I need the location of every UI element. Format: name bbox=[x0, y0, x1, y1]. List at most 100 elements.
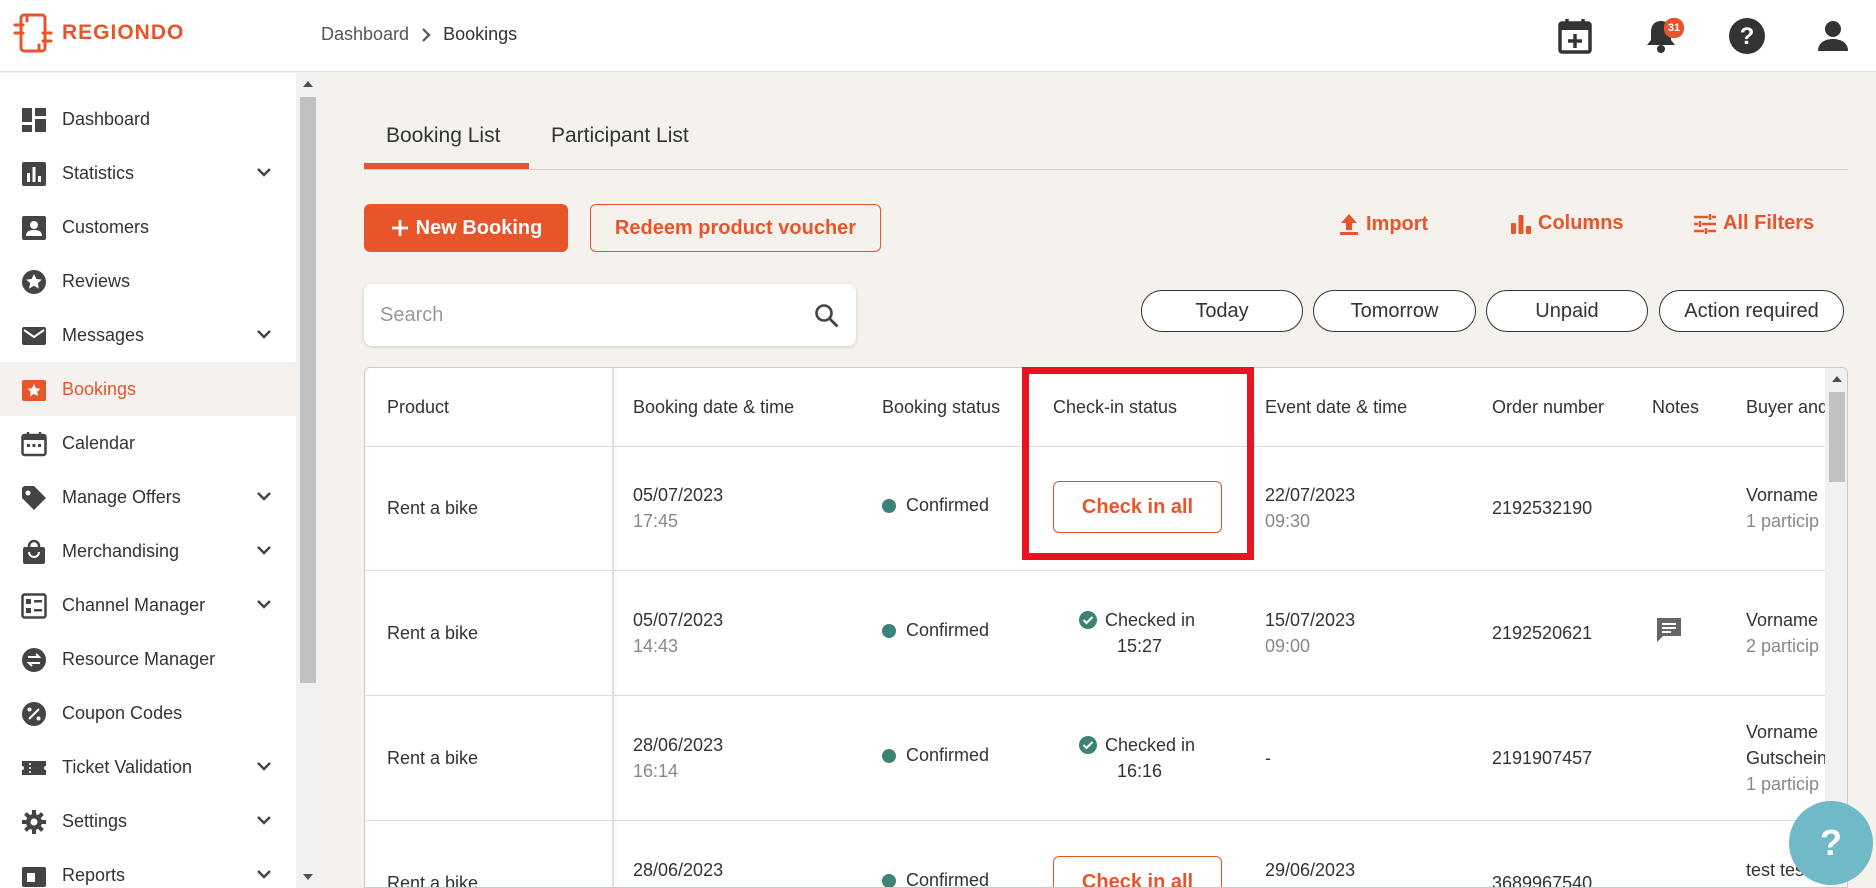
search-input[interactable] bbox=[380, 284, 800, 346]
participant-count: 1 particip bbox=[1746, 774, 1820, 794]
filter-chip-action-required[interactable]: Action required bbox=[1659, 290, 1844, 332]
sidebar-item-settings[interactable]: Settings bbox=[0, 794, 296, 848]
column-header-buyer[interactable]: Buyer and bbox=[1746, 368, 1825, 446]
column-header-booking-status[interactable]: Booking status bbox=[882, 368, 1000, 446]
booking-time: 16:14 bbox=[633, 761, 679, 781]
columns-label: Columns bbox=[1538, 212, 1624, 234]
columns-button[interactable]: Columns bbox=[1510, 212, 1624, 235]
sidebar-item-bookings[interactable]: Bookings bbox=[0, 362, 296, 416]
confirmed-status-dot bbox=[882, 748, 896, 763]
column-header-event-date[interactable]: Event date & time bbox=[1265, 368, 1407, 446]
sidebar-item-channel-manager[interactable]: Channel Manager bbox=[0, 578, 296, 632]
new-booking-label: New Booking bbox=[415, 216, 543, 239]
checked-in-status: Checked in 16:16 bbox=[1079, 732, 1195, 784]
sidebar-item-merchandising[interactable]: Merchandising bbox=[0, 524, 296, 578]
redeem-voucher-button[interactable]: Redeem product voucher bbox=[590, 204, 881, 252]
booking-date-cell: 05/07/2023 14:43 bbox=[633, 607, 723, 659]
filter-chip-today[interactable]: Today bbox=[1141, 290, 1303, 332]
product-cell: Rent a bike bbox=[387, 498, 479, 518]
tab-booking-list[interactable]: Booking List bbox=[386, 124, 500, 148]
sidebar-label: Channel Manager bbox=[62, 594, 206, 615]
buyer-name: Vorname bbox=[1746, 485, 1819, 505]
sidebar-scrollbar[interactable] bbox=[296, 73, 320, 888]
order-number-cell[interactable]: 3689967540 bbox=[1492, 870, 1592, 887]
swap-circle-icon bbox=[22, 648, 46, 672]
column-header-notes[interactable]: Notes bbox=[1652, 368, 1699, 446]
shopping-bag-icon bbox=[23, 539, 45, 564]
scroll-up-arrow[interactable] bbox=[1832, 376, 1842, 382]
participant-count: 1 particip bbox=[1746, 511, 1820, 531]
header-divider bbox=[365, 446, 1825, 447]
buyer-cell: Vorname 2 particip bbox=[1746, 607, 1825, 659]
regiondo-logo[interactable]: REGIONDO bbox=[12, 12, 184, 54]
sidebar-item-messages[interactable]: Messages bbox=[0, 308, 296, 362]
sidebar-scroll-thumb[interactable] bbox=[300, 97, 316, 683]
order-number-cell[interactable]: 2191907457 bbox=[1492, 745, 1592, 771]
sidebar-item-resource-manager[interactable]: Resource Manager bbox=[0, 632, 296, 686]
product-cell: Rent a bike bbox=[387, 873, 479, 888]
booking-status: Confirmed bbox=[882, 870, 989, 887]
account-button[interactable] bbox=[1790, 12, 1876, 60]
tab-participant-list[interactable]: Participant List bbox=[551, 124, 689, 148]
user-icon bbox=[1818, 21, 1848, 51]
all-filters-button[interactable]: All Filters bbox=[1693, 212, 1814, 235]
sidebar-label: Statistics bbox=[62, 162, 135, 183]
note-comment-icon[interactable] bbox=[1654, 615, 1684, 645]
sidebar-item-customers[interactable]: Customers bbox=[0, 200, 296, 254]
sidebar-label: Bookings bbox=[62, 378, 137, 399]
table-scroll-thumb[interactable] bbox=[1829, 392, 1845, 482]
sidebar-item-coupon-codes[interactable]: Coupon Codes bbox=[0, 686, 296, 740]
status-label: Confirmed bbox=[906, 745, 990, 765]
notifications-button[interactable]: 31 bbox=[1618, 12, 1704, 60]
sidebar-item-reports[interactable]: Reports bbox=[0, 848, 296, 888]
sidebar-label: Ticket Validation bbox=[62, 756, 193, 777]
search-icon[interactable] bbox=[814, 303, 840, 329]
event-date: 15/07/2023 bbox=[1265, 610, 1356, 630]
new-booking-button[interactable]: New Booking bbox=[364, 204, 568, 252]
calendar-icon bbox=[21, 432, 47, 457]
check-in-all-button[interactable]: Check in all bbox=[1053, 856, 1222, 887]
order-number-cell[interactable]: 2192520621 bbox=[1492, 620, 1592, 646]
sidebar-label: Coupon Codes bbox=[62, 702, 183, 723]
sidebar-label: Merchandising bbox=[62, 540, 180, 561]
booking-date: 05/07/2023 bbox=[633, 485, 724, 505]
sidebar-item-calendar[interactable]: Calendar bbox=[0, 416, 296, 470]
sidebar-item-statistics[interactable]: Statistics bbox=[0, 146, 296, 200]
ticket-icon bbox=[22, 761, 46, 775]
sidebar-item-reviews[interactable]: Reviews bbox=[0, 254, 296, 308]
svg-text:?: ? bbox=[1740, 23, 1755, 50]
add-calendar-button[interactable] bbox=[1532, 12, 1618, 60]
event-date-cell: - bbox=[1265, 748, 1271, 768]
column-header-product[interactable]: Product bbox=[387, 368, 449, 446]
filter-chip-unpaid[interactable]: Unpaid bbox=[1486, 290, 1648, 332]
columns-chart-icon bbox=[1511, 214, 1531, 234]
dashboard-icon bbox=[22, 108, 46, 132]
confirmed-status-dot bbox=[882, 623, 896, 638]
search-box bbox=[364, 284, 856, 346]
report-icon bbox=[22, 867, 46, 887]
sidebar-item-manage-offers[interactable]: Manage Offers bbox=[0, 470, 296, 524]
buyer-cell: Vorname Gutschein 1 particip bbox=[1746, 719, 1825, 797]
event-date-cell: 15/07/2023 09:00 bbox=[1265, 607, 1355, 659]
booking-date-cell: 05/07/2023 17:45 bbox=[633, 482, 723, 534]
sidebar-item-dashboard[interactable]: Dashboard bbox=[0, 92, 296, 146]
filter-chip-tomorrow[interactable]: Tomorrow bbox=[1313, 290, 1476, 332]
help-circle-icon: ? bbox=[1729, 18, 1765, 54]
order-number-cell[interactable]: 2192532190 bbox=[1492, 495, 1592, 521]
event-date: 22/07/2023 bbox=[1265, 485, 1356, 505]
sidebar-label: Settings bbox=[62, 810, 128, 831]
top-bar: REGIONDO Dashboard Bookings 31 ? bbox=[0, 0, 1876, 72]
help-button[interactable]: ? bbox=[1704, 12, 1790, 60]
scroll-up-arrow[interactable] bbox=[303, 81, 313, 87]
sidebar-item-ticket-validation[interactable]: Ticket Validation bbox=[0, 740, 296, 794]
column-header-booking-date[interactable]: Booking date & time bbox=[633, 368, 794, 446]
floating-help-button[interactable]: ? bbox=[1789, 801, 1873, 885]
chevron-down-icon bbox=[257, 600, 271, 609]
check-in-all-button[interactable]: Check in all bbox=[1053, 481, 1222, 533]
column-header-checkin-status[interactable]: Check-in status bbox=[1053, 368, 1177, 446]
breadcrumb-dashboard[interactable]: Dashboard bbox=[321, 24, 409, 45]
import-button[interactable]: Import bbox=[1338, 212, 1428, 236]
column-header-order-number[interactable]: Order number bbox=[1492, 368, 1604, 446]
scroll-down-arrow[interactable] bbox=[303, 874, 313, 880]
bookings-table: Product Booking date & time Booking stat… bbox=[364, 367, 1848, 888]
